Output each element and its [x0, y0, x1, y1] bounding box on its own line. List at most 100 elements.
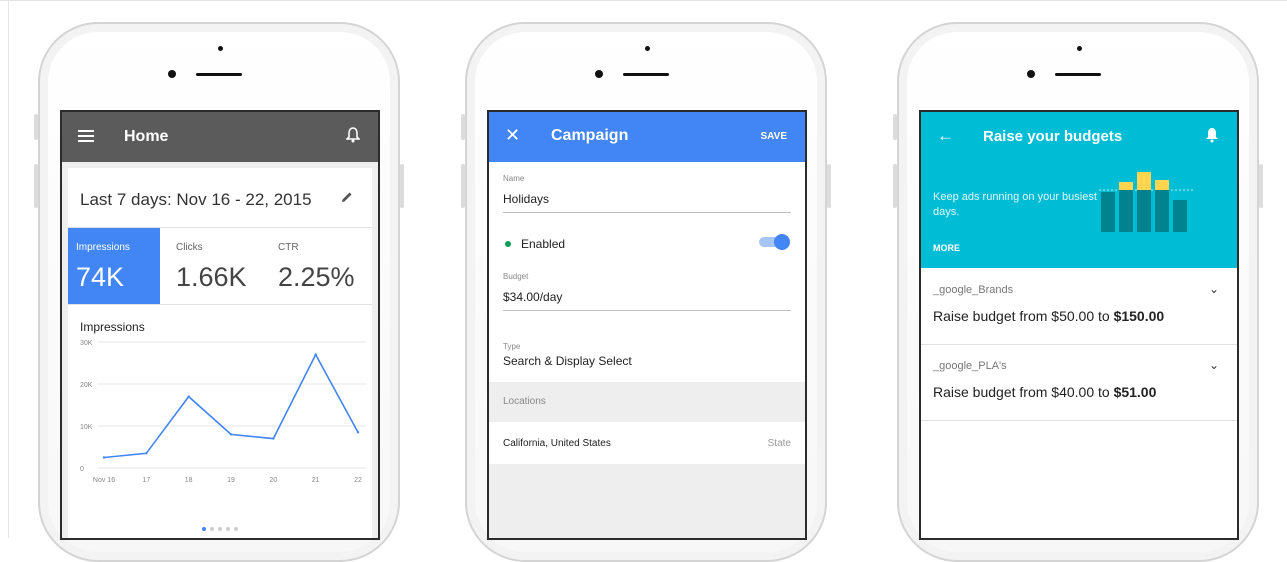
- divider: [68, 304, 372, 305]
- bell-icon[interactable]: [1205, 127, 1219, 148]
- x-tick-label: Nov 16: [93, 477, 115, 484]
- phone-side-button: [400, 164, 404, 208]
- y-tick-label: 10K: [80, 424, 93, 431]
- phone-side-button: [893, 164, 897, 208]
- stats-card: Last 7 days: Nov 16 - 22, 2015 Impressio…: [68, 168, 372, 538]
- app-bar-title: Campaign: [551, 127, 629, 144]
- budgets-header: ← Raise your budgets Keep ads running on…: [921, 112, 1237, 268]
- page-dot[interactable]: [202, 527, 206, 531]
- phone-camera: [595, 70, 603, 78]
- data-point: [356, 431, 360, 434]
- recommendation-prefix: Raise budget from $50.00 to: [933, 308, 1114, 324]
- recommendation-prefix: Raise budget from $40.00 to: [933, 384, 1114, 400]
- home-content: Last 7 days: Nov 16 - 22, 2015 Impressio…: [62, 162, 378, 538]
- budget-recommendation[interactable]: _google_Brands ⌄ Raise budget from $50.0…: [921, 268, 1237, 345]
- more-button[interactable]: MORE: [933, 243, 960, 253]
- phone-budgets: ← Raise your budgets Keep ads running on…: [893, 22, 1263, 562]
- account-name: _google_PLA's: [933, 360, 1007, 372]
- metric-value: 1.66K: [176, 262, 247, 292]
- back-arrow-icon[interactable]: ←: [937, 126, 954, 146]
- page-dot[interactable]: [218, 527, 222, 531]
- phone-side-button: [34, 164, 38, 208]
- phone-camera: [1027, 70, 1035, 78]
- menu-icon[interactable]: [78, 130, 94, 142]
- location-row[interactable]: California, United States State: [489, 422, 805, 465]
- budget-label: Budget: [503, 272, 529, 281]
- page-dot[interactable]: [226, 527, 230, 531]
- frame-border-left: [8, 0, 9, 538]
- status-dot: [505, 241, 511, 247]
- location-name: California, United States: [503, 438, 611, 449]
- page-dot[interactable]: [234, 527, 238, 531]
- budget-recommendation[interactable]: _google_PLA's ⌄ Raise budget from $40.00…: [921, 344, 1237, 421]
- phone-side-button: [461, 164, 465, 208]
- empty-area: [489, 464, 805, 538]
- phone-side-button: [1259, 164, 1263, 208]
- data-point: [229, 433, 233, 436]
- phone-camera: [168, 70, 176, 78]
- x-tick-label: 21: [312, 477, 320, 484]
- phone-speaker: [196, 73, 242, 76]
- app-bar-title: Raise your budgets: [983, 128, 1123, 145]
- data-point: [314, 353, 317, 356]
- recommendation-text: Raise budget from $40.00 to $51.00: [933, 384, 1156, 400]
- metric-ctr[interactable]: CTR 2.25%: [270, 228, 374, 304]
- home-screen: Home Last 7 days: Nov 16 - 22, 2015 Impr…: [60, 110, 380, 540]
- phone-campaign: ✕ Campaign SAVE Name Holidays Enabled Bu…: [461, 22, 831, 562]
- chart-title: Impressions: [80, 320, 145, 334]
- y-tick-label: 30K: [80, 340, 93, 347]
- metric-clicks[interactable]: Clicks 1.66K: [168, 228, 264, 304]
- phone-sensor: [1077, 46, 1082, 51]
- save-button[interactable]: SAVE: [761, 131, 788, 142]
- chevron-down-icon[interactable]: ⌄: [1209, 358, 1219, 372]
- status-label: Enabled: [521, 237, 566, 251]
- phone-sensor: [645, 46, 650, 51]
- app-bar-title: Home: [124, 128, 169, 145]
- type-select[interactable]: Search & Display Select: [503, 354, 632, 368]
- y-tick-label: 20K: [80, 382, 93, 389]
- type-label: Type: [503, 342, 521, 351]
- date-range: Last 7 days: Nov 16 - 22, 2015: [80, 190, 312, 209]
- campaign-screen: ✕ Campaign SAVE Name Holidays Enabled Bu…: [487, 110, 807, 540]
- budget-field[interactable]: $34.00/day: [503, 290, 562, 304]
- metric-value: 2.25%: [278, 262, 355, 292]
- phone-speaker: [623, 73, 669, 76]
- locations-header-label: Locations: [503, 396, 546, 407]
- name-label: Name: [503, 174, 525, 183]
- data-point: [145, 452, 148, 455]
- metric-label: CTR: [278, 242, 299, 253]
- phone-side-button: [34, 114, 38, 140]
- data-point: [102, 456, 106, 459]
- recommendation-amount: $150.00: [1113, 308, 1165, 324]
- bell-icon[interactable]: [345, 127, 361, 148]
- x-tick-label: 19: [227, 477, 235, 484]
- x-tick-label: 20: [269, 477, 277, 484]
- page-indicator: [68, 518, 372, 536]
- budget-field-underline: [503, 310, 791, 311]
- close-icon[interactable]: ✕: [505, 125, 520, 146]
- phone-speaker: [1055, 73, 1101, 76]
- recommendation-amount: $51.00: [1113, 384, 1157, 400]
- home-app-bar: Home: [62, 112, 378, 162]
- name-field-underline: [503, 212, 791, 213]
- recommendation-text: Raise budget from $50.00 to $150.00: [933, 308, 1164, 324]
- metric-impressions[interactable]: Impressions 74K: [68, 228, 160, 304]
- phone-side-button: [461, 114, 465, 140]
- metric-label: Impressions: [76, 242, 130, 253]
- name-field[interactable]: Holidays: [503, 192, 549, 206]
- page-dot[interactable]: [210, 527, 214, 531]
- phone-sensor: [218, 46, 223, 51]
- pencil-icon[interactable]: [340, 190, 354, 209]
- toggle-knob: [774, 234, 790, 250]
- chevron-down-icon[interactable]: ⌄: [1209, 282, 1219, 296]
- phone-home: Home Last 7 days: Nov 16 - 22, 2015 Impr…: [34, 22, 404, 562]
- impressions-series-line: [103, 352, 359, 459]
- impressions-line-chart: 0 10K 20K 30K Nov 16 17 18 19 20 21 22: [80, 340, 366, 484]
- phone-side-button: [893, 114, 897, 140]
- x-tick-label: 22: [354, 477, 362, 484]
- locations-section-header: Locations: [489, 382, 805, 422]
- enabled-toggle[interactable]: [759, 234, 790, 250]
- data-point: [272, 437, 275, 440]
- metric-label: Clicks: [176, 242, 203, 253]
- metrics-row: Impressions 74K Clicks 1.66K CTR 2.25%: [68, 228, 372, 304]
